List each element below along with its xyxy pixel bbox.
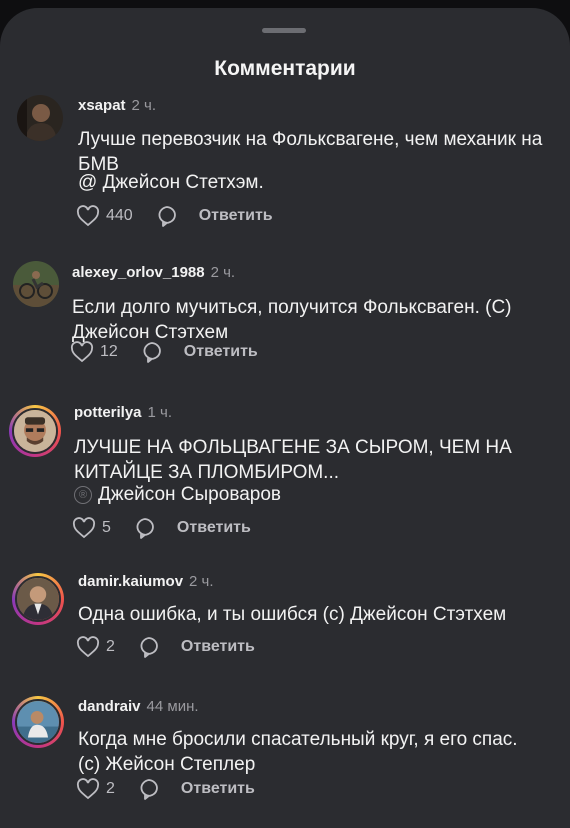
- reply-button[interactable]: Ответить: [181, 780, 255, 798]
- comment-text: Одна ошибка, и ты ошибся (с) Джейсон Стэ…: [78, 604, 507, 625]
- sheet-title: Комментарии: [214, 57, 356, 80]
- like-button[interactable]: 5: [72, 517, 111, 539]
- comment-text: Если долго мучиться, получится Фольксваг…: [72, 297, 512, 343]
- comment-actions: 5 Ответить: [72, 515, 251, 541]
- like-button[interactable]: 2: [76, 636, 115, 658]
- comment-actions: 440 Ответить: [76, 203, 273, 229]
- comment-actions: 12 Ответить: [70, 339, 258, 365]
- username[interactable]: potterilya: [74, 404, 142, 421]
- comment-meta: xsapat 2 ч.: [78, 97, 156, 114]
- username[interactable]: alexey_orlov_1988: [72, 264, 205, 281]
- reply-bubble-icon[interactable]: [133, 516, 157, 540]
- comment-mention: @ Джейсон Стетхэм.: [78, 172, 264, 193]
- like-button[interactable]: 2: [76, 778, 115, 800]
- reply-button[interactable]: Ответить: [181, 638, 255, 656]
- comment-text: ЛУЧШЕ НА ФОЛЬЦВАГЕНЕ ЗА СЫРОМ, ЧЕМ НА КИ…: [74, 437, 512, 483]
- username[interactable]: xsapat: [78, 97, 126, 114]
- comment-meta: dandraiv 44 мин.: [78, 698, 199, 715]
- like-count: 2: [106, 780, 115, 797]
- avatar-photo-icon: [17, 701, 59, 743]
- reply-button[interactable]: Ответить: [199, 207, 273, 225]
- heart-icon: [76, 778, 100, 800]
- comment-meta: damir.kaiumov 2 ч.: [78, 573, 214, 590]
- avatar-photo-icon: [13, 261, 59, 307]
- comment-text: Когда мне бросили спасательный круг, я е…: [78, 729, 518, 775]
- avatar-photo-icon: [17, 95, 63, 141]
- timestamp: 2 ч.: [131, 97, 157, 114]
- heart-icon: [70, 341, 94, 363]
- avatar-photo-icon: [14, 410, 56, 452]
- avatar-with-story-ring[interactable]: [12, 573, 64, 625]
- timestamp: 2 ч.: [189, 573, 214, 590]
- like-count: 5: [102, 519, 111, 536]
- reply-button[interactable]: Ответить: [184, 343, 258, 361]
- reply-bubble-icon[interactable]: [155, 204, 179, 228]
- like-count: 2: [106, 638, 115, 655]
- comment-mention-row: ® Джейсон Сыроваров: [74, 484, 281, 506]
- username[interactable]: damir.kaiumov: [78, 573, 183, 590]
- avatar-with-story-ring[interactable]: [12, 696, 64, 748]
- timestamp: 2 ч.: [210, 264, 236, 281]
- comments-sheet: Комментарии xsapat 2 ч. Лучше перевозчик …: [0, 8, 570, 828]
- mention-text: Джейсон Сыроваров: [98, 484, 281, 505]
- reply-bubble-icon[interactable]: [140, 340, 164, 364]
- avatar-photo-icon: [17, 578, 59, 620]
- reply-bubble-icon[interactable]: [137, 635, 161, 659]
- comment-text: Лучше перевозчик на Фольксвагене, чем ме…: [78, 129, 543, 175]
- drag-handle[interactable]: [262, 28, 306, 33]
- avatar-with-story-ring[interactable]: [9, 405, 61, 457]
- comment-meta: potterilya 1 ч.: [74, 404, 172, 421]
- username[interactable]: dandraiv: [78, 698, 141, 715]
- heart-icon: [76, 205, 100, 227]
- comment-meta: alexey_orlov_1988 2 ч.: [72, 264, 235, 281]
- heart-icon: [76, 636, 100, 658]
- avatar[interactable]: [13, 261, 59, 307]
- reply-button[interactable]: Ответить: [177, 519, 251, 537]
- timestamp: 44 мин.: [146, 698, 199, 715]
- registered-icon: ®: [74, 486, 92, 504]
- comment-actions: 2 Ответить: [76, 634, 255, 660]
- timestamp: 1 ч.: [147, 404, 173, 421]
- like-button[interactable]: 440: [76, 205, 133, 227]
- comment-actions: 2 Ответить: [76, 776, 255, 802]
- like-count: 12: [100, 343, 118, 360]
- avatar[interactable]: [17, 95, 63, 141]
- like-button[interactable]: 12: [70, 341, 118, 363]
- reply-bubble-icon[interactable]: [137, 777, 161, 801]
- heart-icon: [72, 517, 96, 539]
- like-count: 440: [106, 207, 133, 224]
